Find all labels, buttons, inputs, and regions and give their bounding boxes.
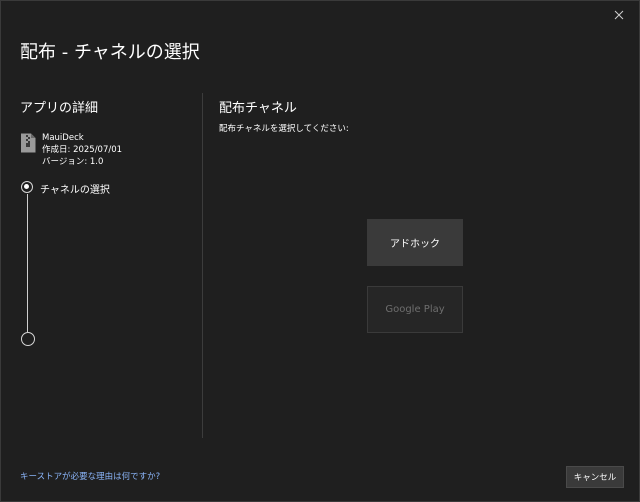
app-created-date: 作成日: 2025/07/01 (42, 145, 123, 155)
channel-heading: 配布チャネル (219, 101, 297, 116)
app-version: バージョン: 1.0 (42, 157, 104, 167)
close-button[interactable] (609, 6, 629, 24)
app-info: MauiDeck 作成日: 2025/07/01 バージョン: 1.0 (20, 132, 122, 168)
stepper-line (27, 194, 28, 332)
step-label-select-channel: チャネルの選択 (40, 185, 110, 196)
distribution-dialog: 配布 - チャネルの選択 アプリの詳細 MauiDeck 作成日: 2025/0… (0, 0, 640, 502)
channel-instruction: 配布チャネルを選択してください: (219, 124, 349, 134)
keystore-help-link[interactable]: キーストアが必要な理由は何ですか? (20, 470, 160, 482)
close-icon (614, 10, 624, 20)
cancel-button[interactable]: キャンセル (566, 466, 624, 488)
zip-file-icon (21, 133, 36, 153)
step-current-indicator (21, 181, 33, 193)
google-play-button: Google Play (367, 286, 463, 333)
adhoc-button[interactable]: アドホック (367, 219, 463, 266)
app-details-heading: アプリの詳細 (20, 101, 99, 116)
dialog-title: 配布 - チャネルの選択 (20, 42, 200, 63)
pane-divider (202, 93, 203, 438)
step-pending-indicator (21, 332, 35, 346)
app-name: MauiDeck (42, 133, 84, 143)
